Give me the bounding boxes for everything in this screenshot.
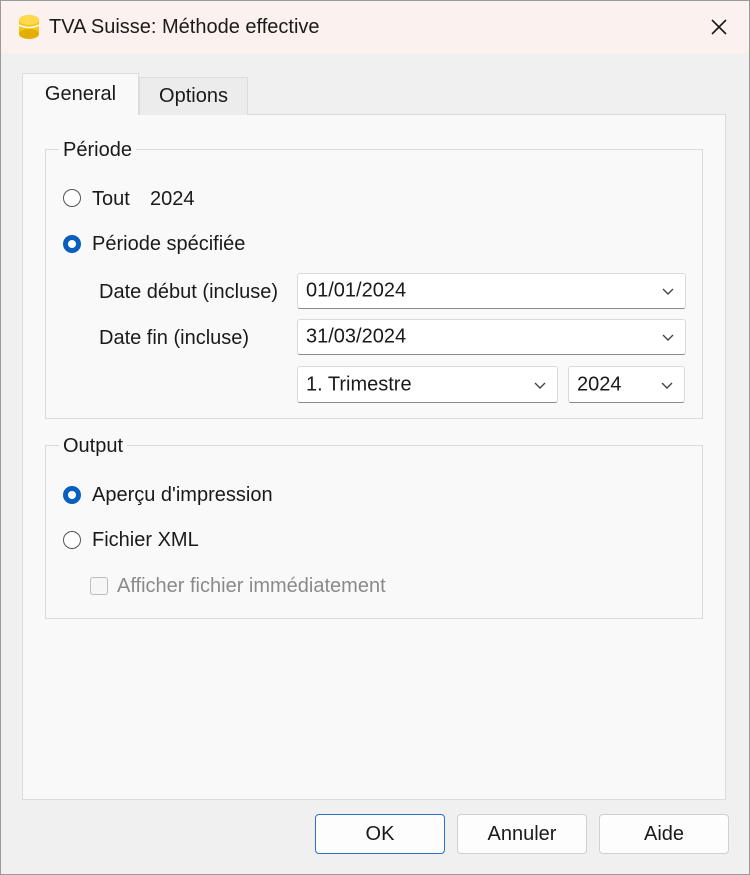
chevron-down-icon — [534, 382, 546, 389]
periode-group-title: Période — [59, 139, 136, 162]
radio-all-period-label[interactable]: Tout — [92, 188, 130, 211]
close-icon — [711, 19, 727, 35]
radio-print-preview-label[interactable]: Aperçu d'impression — [92, 484, 273, 507]
radio-print-preview[interactable] — [63, 486, 81, 504]
output-group-title: Output — [59, 435, 128, 458]
show-file-checkbox[interactable] — [90, 577, 108, 595]
app-logo-icon — [18, 15, 40, 39]
tab-general[interactable]: General — [22, 73, 139, 115]
year-select-value: 2024 — [577, 373, 622, 395]
chevron-down-icon — [661, 382, 673, 389]
help-button[interactable]: Aide — [599, 814, 729, 854]
tab-general-label: General — [44, 83, 117, 105]
start-date-label: Date début (incluse) — [99, 281, 278, 303]
radio-xml-file[interactable] — [63, 531, 81, 549]
radio-xml-file-label[interactable]: Fichier XML — [92, 529, 199, 552]
start-date-value: 01/01/2024 — [306, 279, 407, 302]
radio-all-period[interactable] — [63, 189, 81, 207]
title-bar: TVA Suisse: Méthode effective — [1, 1, 749, 53]
help-button-label: Aide — [643, 822, 685, 845]
close-button[interactable] — [697, 7, 741, 47]
end-date-label: Date fin (incluse) — [99, 327, 250, 349]
chevron-down-icon — [662, 288, 674, 295]
cancel-button-label: Annuler — [487, 822, 557, 845]
period-select[interactable]: 1. Trimestre — [297, 366, 558, 403]
radio-specified-period-label[interactable]: Période spécifiée — [92, 233, 245, 256]
year-select[interactable]: 2024 — [568, 366, 685, 403]
end-date-value: 31/03/2024 — [306, 325, 407, 348]
chevron-down-icon — [662, 334, 674, 341]
dialog-window: TVA Suisse: Méthode effective General Op… — [0, 0, 750, 875]
all-period-year: 2024 — [150, 188, 195, 210]
period-select-value: 1. Trimestre — [306, 373, 412, 395]
end-date-combo[interactable]: 31/03/2024 — [297, 319, 686, 355]
radio-specified-period[interactable] — [63, 235, 81, 253]
window-title: TVA Suisse: Méthode effective — [49, 16, 320, 38]
tab-options[interactable]: Options — [139, 77, 248, 115]
show-file-label: Afficher fichier immédiatement — [117, 575, 386, 597]
ok-button[interactable]: OK — [315, 814, 445, 854]
start-date-combo[interactable]: 01/01/2024 — [297, 273, 686, 309]
tab-options-label: Options — [159, 85, 228, 107]
ok-button-label: OK — [365, 822, 395, 845]
cancel-button[interactable]: Annuler — [457, 814, 587, 854]
